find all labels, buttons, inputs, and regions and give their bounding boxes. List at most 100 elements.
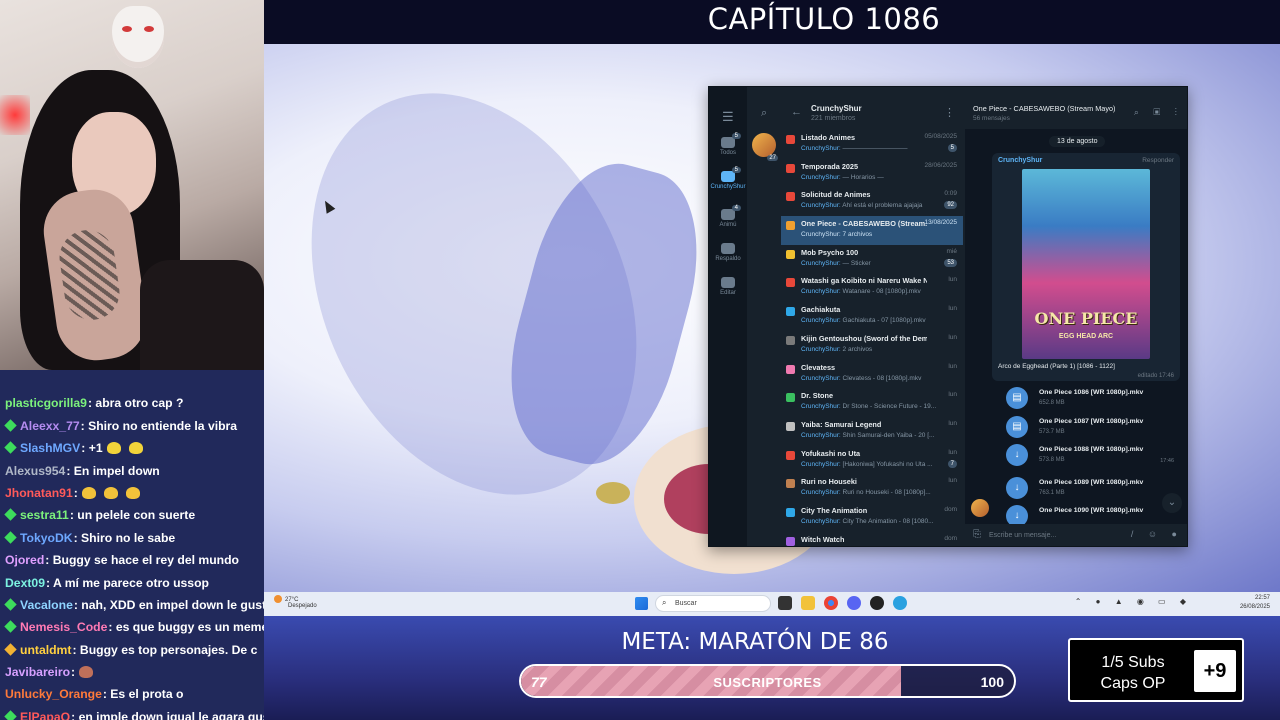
- kitsune-mask: [112, 6, 164, 68]
- more-options-icon[interactable]: ⋮: [944, 106, 955, 119]
- folder-4[interactable]: Respaldo: [709, 243, 747, 262]
- topic-unread-badge: 53: [944, 258, 957, 267]
- telegram-window[interactable]: — ▢ ✕ ☰ Todos5CrunchyShur5Animú4Respaldo…: [708, 86, 1188, 547]
- chat-header-icons[interactable]: ⌕ ▣ ⋮: [1134, 107, 1183, 118]
- task-view-icon[interactable]: [778, 596, 792, 610]
- topic-item[interactable]: Gachiakuta lun CrunchyShur: Gachiakuta - 0…: [781, 302, 963, 331]
- chat-username[interactable]: Dext09: [5, 576, 45, 590]
- chat-message: Dext09: A mí me parece otro ussop: [0, 572, 264, 594]
- file-icon[interactable]: ▤: [1006, 387, 1028, 409]
- chat-text: :: [73, 485, 78, 500]
- chat-username[interactable]: Vacalone: [20, 598, 73, 612]
- topic-item[interactable]: Yofukashi no Uta lun CrunchyShur: [Hakoniw…: [781, 446, 963, 475]
- chat-username[interactable]: plasticgorilla9: [5, 396, 87, 410]
- chat-username[interactable]: Ojored: [5, 553, 44, 567]
- topic-item[interactable]: Ruri no Houseki lun CrunchyShur: Ruri no H…: [781, 474, 963, 503]
- chrome-icon[interactable]: [824, 596, 838, 610]
- streamer-clothing: [140, 260, 264, 370]
- telegram-icon[interactable]: [893, 596, 907, 610]
- topic-item[interactable]: Watashi ga Koibito ni Nareru Wake Nai J.…: [781, 273, 963, 302]
- topic-item[interactable]: Witch Watch dom: [781, 532, 963, 546]
- chat-username[interactable]: Unlucky_Orange: [5, 687, 102, 701]
- system-tray-icons[interactable]: ⌃ ● ▲ ◉ ▭ ◆: [1075, 597, 1192, 606]
- topic-preview: CrunchyShur: 2 archivos: [801, 346, 941, 353]
- file-attachment[interactable]: ▤ One Piece 1087 [WR 1080p].mkv 573.7 MB: [992, 414, 1180, 440]
- folder-label: Editar: [720, 290, 736, 296]
- windows-start-icon[interactable]: [635, 597, 648, 610]
- taskbar-search-label: Buscar: [675, 600, 697, 607]
- stream-chat: plasticgorilla9: abra otro cap ? Aleexx_7…: [0, 370, 264, 720]
- folder-2[interactable]: CrunchyShur 5: [709, 167, 747, 190]
- topic-item[interactable]: Mob Psycho 100 mié CrunchyShur: — Sticker 5…: [781, 245, 963, 274]
- chat-username[interactable]: Alexus954: [5, 464, 65, 478]
- topic-item[interactable]: Listado Animes 05/08/2025 CrunchyShur: ———…: [781, 130, 963, 159]
- topic-time: lun: [948, 419, 957, 427]
- file-attachment[interactable]: ▤ One Piece 1086 [WR 1080p].mkv 652.8 MB: [992, 385, 1180, 411]
- group-avatar[interactable]: 27: [752, 133, 778, 161]
- folder-unread-badge: 4: [731, 205, 741, 211]
- anime-poster-image[interactable]: ONE PIECE EGG HEAD ARC: [1022, 169, 1150, 359]
- reply-button[interactable]: Responder: [1142, 157, 1174, 164]
- chat-username[interactable]: SlashMGV: [20, 441, 80, 455]
- chat-text: : Buggy se hace el rey del mundo: [45, 553, 239, 568]
- topic-title: Gachiakuta: [801, 305, 841, 315]
- topic-item[interactable]: Temporada 2025 28/06/2025 CrunchyShur: — H…: [781, 159, 963, 188]
- attach-icon[interactable]: ⎘: [973, 529, 981, 540]
- chat-username[interactable]: Nemesis_Code: [20, 620, 107, 634]
- message-bubble[interactable]: CrunchyShur Responder ONE PIECE EGG HEAD…: [992, 153, 1180, 381]
- topic-item[interactable]: Solicitud de Animes 0:09 CrunchyShur: Ahí …: [781, 187, 963, 216]
- topic-item[interactable]: Yaiba: Samurai Legend lun CrunchyShur: Shi…: [781, 417, 963, 446]
- discord-icon[interactable]: [847, 596, 861, 610]
- folder-5[interactable]: Editar: [709, 277, 747, 296]
- sender-avatar[interactable]: [971, 499, 989, 517]
- message-composer[interactable]: ⎘ Escribe un mensaje... / ☺ ●: [965, 524, 1187, 546]
- chat-badge-icon: [4, 620, 17, 634]
- download-icon[interactable]: ↓: [1006, 477, 1028, 499]
- chat-message-count: 56 mensajes: [973, 115, 1010, 122]
- topic-title: Clevatess: [801, 362, 836, 372]
- download-icon[interactable]: ↓: [1006, 444, 1028, 466]
- taskbar-clock[interactable]: 22:57 26/08/2025: [1240, 594, 1270, 612]
- chat-username[interactable]: sestra11: [20, 508, 69, 522]
- taskbar-search[interactable]: ⌕ Buscar: [655, 595, 771, 612]
- topic-title: Watashi ga Koibito ni Nareru Wake Nai J.…: [801, 276, 927, 286]
- obs-icon[interactable]: [870, 596, 884, 610]
- topic-item[interactable]: Dr. Stone lun CrunchyShur: Dr Stone - Scie…: [781, 388, 963, 417]
- chat-message: untaldmt: Buggy es top personajes. De c: [0, 639, 264, 661]
- folder-1[interactable]: Todos 5: [709, 133, 747, 156]
- topic-item[interactable]: City The Animation dom CrunchyShur: City T…: [781, 503, 963, 532]
- topic-item[interactable]: Kijin Gentoushou (Sword of the Demon H..…: [781, 331, 963, 360]
- file-icon[interactable]: ▤: [1006, 416, 1028, 438]
- topic-item[interactable]: One Piece - CABESAWEBO (Stream... 13/08/2…: [781, 216, 963, 245]
- topic-time: lun: [948, 477, 957, 485]
- chat-badge-icon: [4, 419, 17, 432]
- menu-icon[interactable]: ☰: [722, 109, 734, 125]
- file-size: 652.8 MB: [1039, 400, 1065, 406]
- search-icon[interactable]: ⌕: [761, 107, 767, 120]
- chat-emote-icon: [128, 442, 143, 455]
- topic-icon: [786, 450, 795, 460]
- chat-username[interactable]: ElPapaQ: [20, 710, 70, 720]
- chat-username[interactable]: Aleexx_77: [20, 419, 80, 433]
- chat-username[interactable]: Jhonatan91: [5, 486, 73, 500]
- file-explorer-icon[interactable]: [801, 596, 815, 610]
- composer-placeholder[interactable]: Escribe un mensaje...: [989, 532, 1056, 539]
- file-attachment[interactable]: ↓ One Piece 1088 [WR 1080p].mkv 573.8 MB 17…: [992, 442, 1180, 468]
- file-attachment[interactable]: ↓ One Piece 1089 [WR 1080p].mkv 763.1 MB: [992, 475, 1180, 501]
- chat-badge-icon: [4, 710, 17, 720]
- folder-icon: [721, 277, 735, 288]
- file-name: One Piece 1089 [WR 1080p].mkv: [1039, 479, 1144, 486]
- scroll-down-button[interactable]: ⌄: [1162, 493, 1182, 513]
- topic-icon: [786, 163, 795, 173]
- weather-widget[interactable]: 27°C Despejado: [274, 595, 317, 609]
- topic-icon: [786, 278, 795, 288]
- back-arrow-icon[interactable]: ←: [791, 106, 802, 118]
- chat-username[interactable]: TokyoDK: [20, 531, 73, 545]
- message-sender[interactable]: CrunchyShur: [998, 157, 1042, 164]
- composer-icons[interactable]: / ☺ ●: [1131, 529, 1183, 539]
- topic-item[interactable]: Clevatess lun CrunchyShur: Clevatess - 08 …: [781, 360, 963, 389]
- chat-username[interactable]: Javibareiro: [5, 665, 70, 679]
- chat-username[interactable]: untaldmt: [20, 643, 71, 657]
- folder-3[interactable]: Animú 4: [709, 205, 747, 228]
- weather-desc: Despejado: [288, 603, 317, 609]
